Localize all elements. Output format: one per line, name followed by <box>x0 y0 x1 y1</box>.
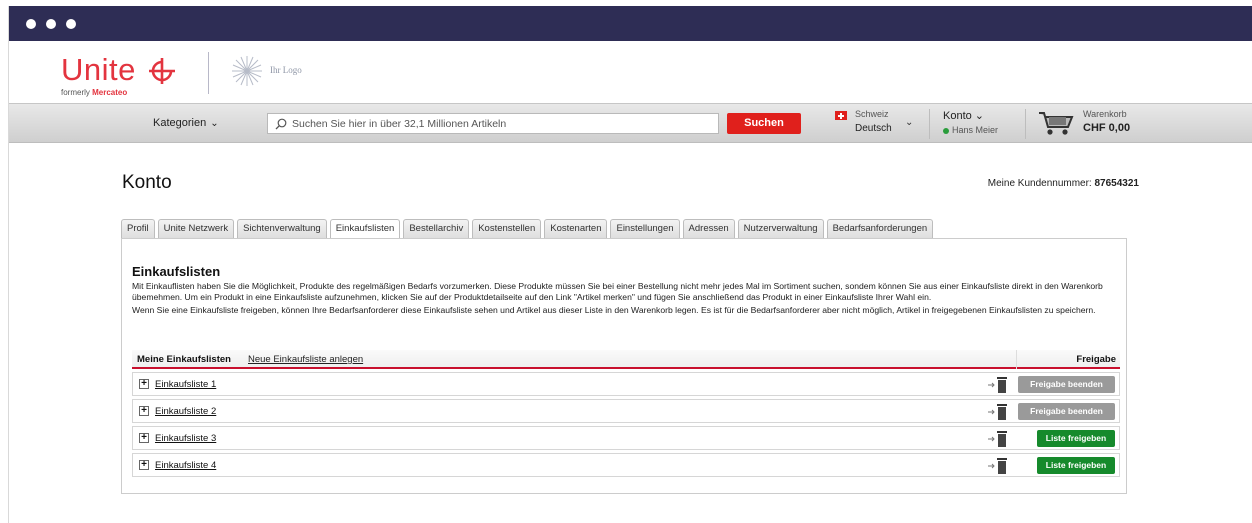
move-trash-icon[interactable] <box>987 403 1011 421</box>
lists-header-label: Meine Einkaufslisten <box>137 354 231 365</box>
formerly-label: formerly Mercateo <box>61 88 128 97</box>
window-dot-icon[interactable] <box>46 19 56 29</box>
account-user: Hans Meier <box>943 125 998 135</box>
account-tabs: Profil Unite Netzwerk Sichtenverwaltung … <box>121 219 936 239</box>
nav-divider <box>1025 109 1026 139</box>
brand-logo-text[interactable]: Unite <box>61 52 136 88</box>
tab-sichtenverwaltung[interactable]: Sichtenverwaltung <box>237 219 327 238</box>
categories-label: Kategorien <box>153 117 207 129</box>
end-share-button[interactable]: Freigabe beenden <box>1018 376 1115 393</box>
list-item: + Einkaufsliste 3 Liste freigeben <box>132 426 1120 450</box>
region-language: Deutsch <box>855 123 892 134</box>
brand-header: Unite formerly Mercateo Ihr Logo <box>9 41 1252 103</box>
lists-header: Meine Einkaufslisten Neue Einkaufsliste … <box>132 350 1120 369</box>
account-label: Konto ⌄ <box>943 110 985 122</box>
window-dot-icon[interactable] <box>66 19 76 29</box>
list-item: + Einkaufsliste 1 Freigabe beenden <box>132 372 1120 396</box>
chevron-down-icon: ⌄ <box>210 118 219 129</box>
tab-kostenstellen[interactable]: Kostenstellen <box>472 219 542 238</box>
share-list-button[interactable]: Liste freigeben <box>1037 457 1115 474</box>
search-icon <box>275 118 287 130</box>
list-name-link[interactable]: Einkaufsliste 2 <box>155 406 216 417</box>
cart-amount: CHF 0,00 <box>1083 122 1131 134</box>
logo-divider <box>208 52 209 94</box>
expand-plus-icon[interactable]: + <box>139 379 149 389</box>
expand-plus-icon[interactable]: + <box>139 433 149 443</box>
tab-kostenarten[interactable]: Kostenarten <box>544 219 608 238</box>
brand-logo-mark-icon <box>149 58 175 84</box>
list-item: + Einkaufsliste 2 Freigabe beenden <box>132 399 1120 423</box>
cart-button[interactable]: Warenkorb CHF 0,00 <box>1035 109 1175 139</box>
shopping-lists-table: Meine Einkaufslisten Neue Einkaufsliste … <box>132 350 1120 477</box>
shopping-cart-icon <box>1039 112 1074 135</box>
share-header: Freigabe <box>1016 350 1120 369</box>
page-title: Konto <box>122 172 172 193</box>
list-name-link[interactable]: Einkaufsliste 1 <box>155 379 216 390</box>
description-paragraph: Wenn Sie eine Einkaufsliste freigeben, k… <box>132 305 1096 315</box>
tab-profil[interactable]: Profil <box>121 219 155 238</box>
cart-label: Warenkorb <box>1083 109 1127 119</box>
section-heading: Einkaufslisten <box>132 264 221 279</box>
search-input[interactable]: Suchen Sie hier in über 32,1 Millionen A… <box>267 113 719 134</box>
region-selector[interactable]: Schweiz Deutsch ⌄ <box>835 109 915 139</box>
end-share-button[interactable]: Freigabe beenden <box>1018 403 1115 420</box>
tab-bestellarchiv[interactable]: Bestellarchiv <box>403 219 470 238</box>
search-placeholder: Suchen Sie hier in über 32,1 Millionen A… <box>292 118 507 130</box>
main-navbar: Kategorien ⌄ Suchen Sie hier in über 32,1… <box>9 103 1252 143</box>
tab-bedarfsanforderungen[interactable]: Bedarfsanforderungen <box>826 219 934 238</box>
nav-divider <box>929 109 930 139</box>
shopping-lists-panel: Einkaufslisten Mit Einkauflisten haben S… <box>121 238 1127 494</box>
account-menu[interactable]: Konto ⌄ Hans Meier <box>943 109 1033 139</box>
section-description: Mit Einkauflisten haben Sie die Möglichk… <box>132 281 1122 316</box>
region-country: Schweiz <box>855 109 889 119</box>
categories-menu[interactable]: Kategorien ⌄ <box>153 117 219 129</box>
tab-adressen[interactable]: Adressen <box>682 219 735 238</box>
expand-plus-icon[interactable]: + <box>139 460 149 470</box>
swiss-flag-icon <box>835 111 847 120</box>
window-dot-icon[interactable] <box>26 19 36 29</box>
description-paragraph: Mit Einkauflisten haben Sie die Möglichk… <box>132 281 1103 302</box>
tab-nutzerverwaltung[interactable]: Nutzerverwaltung <box>737 219 824 238</box>
share-list-button[interactable]: Liste freigeben <box>1037 430 1115 447</box>
new-list-link[interactable]: Neue Einkaufsliste anlegen <box>248 354 363 365</box>
list-item: + Einkaufsliste 4 Liste freigeben <box>132 453 1120 477</box>
list-name-link[interactable]: Einkaufsliste 3 <box>155 433 216 444</box>
tab-einkaufslisten[interactable]: Einkaufslisten <box>329 219 401 239</box>
tab-unite-netzwerk[interactable]: Unite Netzwerk <box>157 219 235 238</box>
move-trash-icon[interactable] <box>987 430 1011 448</box>
chevron-down-icon: ⌄ <box>905 117 914 128</box>
placeholder-logo-text: Ihr Logo <box>270 65 302 75</box>
list-name-link[interactable]: Einkaufsliste 4 <box>155 460 216 471</box>
window-titlebar <box>9 6 1252 41</box>
move-trash-icon[interactable] <box>987 376 1011 394</box>
tab-einstellungen[interactable]: Einstellungen <box>610 219 680 238</box>
starburst-logo-icon <box>232 56 262 86</box>
online-status-icon <box>943 127 949 134</box>
expand-plus-icon[interactable]: + <box>139 406 149 416</box>
search-button[interactable]: Suchen <box>727 113 801 134</box>
move-trash-icon[interactable] <box>987 457 1011 475</box>
customer-number: Meine Kundennummer: 87654321 <box>987 178 1139 189</box>
